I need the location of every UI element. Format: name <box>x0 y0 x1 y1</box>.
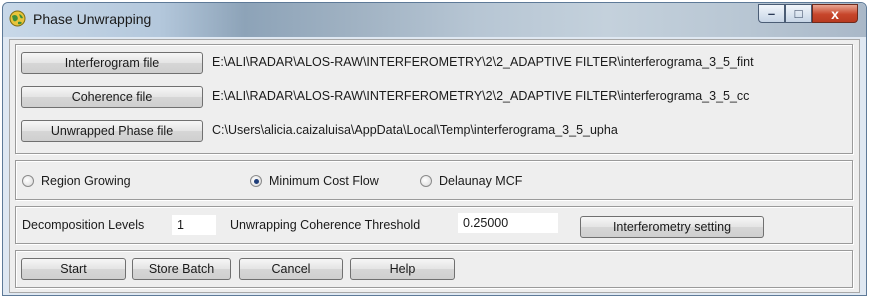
radio-delaunay-mcf[interactable]: Delaunay MCF <box>420 173 522 189</box>
start-button[interactable]: Start <box>21 258 126 280</box>
dialog-body: Interferogram file E:\ALI\RADAR\ALOS-RAW… <box>9 39 860 293</box>
cancel-button[interactable]: Cancel <box>239 258 343 280</box>
radio-region-growing[interactable]: Region Growing <box>22 173 131 189</box>
method-group: Region Growing Minimum Cost Flow Delauna… <box>15 160 853 200</box>
coherence-file-button[interactable]: Coherence file <box>21 86 203 108</box>
minimize-icon: – <box>767 6 776 21</box>
maximize-button[interactable]: □ <box>785 4 812 23</box>
parameters-group: Decomposition Levels 1 Unwrapping Cohere… <box>15 206 853 244</box>
maximize-icon: □ <box>794 6 803 21</box>
coherence-file-path[interactable]: E:\ALI\RADAR\ALOS-RAW\INTERFEROMETRY\2\2… <box>212 89 749 103</box>
decomposition-levels-label: Decomposition Levels <box>22 218 145 232</box>
radio-indicator <box>22 175 34 187</box>
radio-label: Region Growing <box>41 174 131 188</box>
radio-label: Delaunay MCF <box>439 174 523 188</box>
close-button[interactable]: x <box>812 4 858 23</box>
close-icon: x <box>831 5 839 22</box>
coherence-threshold-input[interactable]: 0.25000 <box>458 213 558 233</box>
radio-indicator <box>250 175 262 187</box>
file-group: Interferogram file E:\ALI\RADAR\ALOS-RAW… <box>15 44 853 154</box>
radio-label: Minimum Cost Flow <box>269 174 379 188</box>
decomposition-levels-input[interactable]: 1 <box>172 215 216 235</box>
help-button[interactable]: Help <box>350 258 455 280</box>
interferometry-setting-button[interactable]: Interferometry setting <box>580 216 764 238</box>
actions-group: Start Store Batch Cancel Help <box>15 250 853 288</box>
window-title: Phase Unwrapping <box>33 11 152 27</box>
unwrapped-phase-file-button[interactable]: Unwrapped Phase file <box>21 120 203 142</box>
unwrapped-phase-file-path[interactable]: C:\Users\alicia.caizaluisa\AppData\Local… <box>212 123 618 137</box>
radio-minimum-cost-flow[interactable]: Minimum Cost Flow <box>250 173 379 189</box>
interferogram-file-button[interactable]: Interferogram file <box>21 52 203 74</box>
title-bar[interactable]: Phase Unwrapping – □ x <box>3 3 866 37</box>
radio-selected-dot <box>253 178 259 184</box>
app-globe-icon <box>9 10 26 27</box>
radio-indicator <box>420 175 432 187</box>
coherence-threshold-label: Unwrapping Coherence Threshold <box>230 218 421 232</box>
minimize-button[interactable]: – <box>758 4 785 23</box>
caption-buttons: – □ x <box>758 4 858 24</box>
store-batch-button[interactable]: Store Batch <box>132 258 231 280</box>
phase-unwrapping-window: Phase Unwrapping – □ x Interferogram fil… <box>2 2 867 296</box>
interferogram-file-path[interactable]: E:\ALI\RADAR\ALOS-RAW\INTERFEROMETRY\2\2… <box>212 55 754 69</box>
